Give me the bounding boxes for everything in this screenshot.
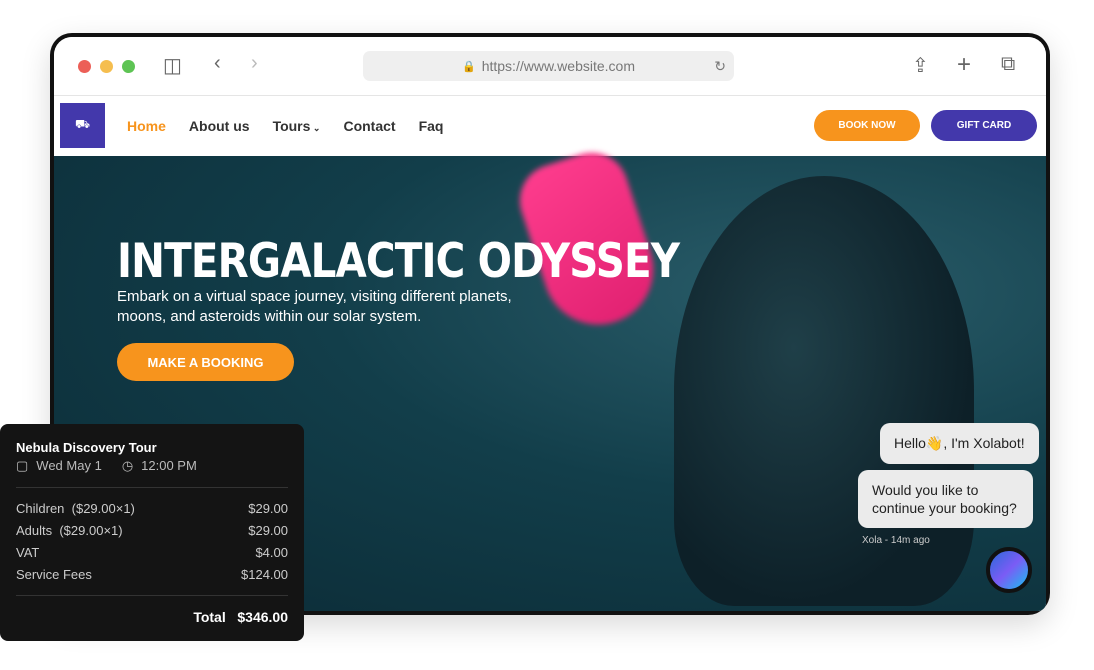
price-line: Children ($29.00×1) $29.00 bbox=[16, 501, 288, 516]
total-row: Total $346.00 bbox=[193, 609, 288, 625]
forward-icon[interactable]: › bbox=[251, 52, 258, 75]
price-line: Service Fees $124.00 bbox=[16, 567, 288, 582]
chevron-down-icon: ⌄ bbox=[310, 123, 321, 133]
address-bar[interactable]: 🔒 https://www.website.com ↻ bbox=[363, 51, 734, 81]
new-tab-icon[interactable]: + bbox=[957, 51, 971, 79]
hero-title: INTERGALACTIC ODYSSEY bbox=[117, 234, 680, 289]
clock-icon: ◷ bbox=[121, 458, 134, 473]
browser-toolbar: ◫ ‹ › 🔒 https://www.website.com ↻ ⇪ + ⧉ bbox=[54, 37, 1046, 96]
price-line: VAT $4.00 bbox=[16, 545, 288, 560]
nav-home[interactable]: Home bbox=[127, 118, 166, 134]
chat-message: Would you like to continue your booking? bbox=[858, 470, 1033, 528]
tour-name: Nebula Discovery Tour bbox=[16, 440, 157, 455]
back-icon[interactable]: ‹ bbox=[214, 52, 221, 75]
book-now-button[interactable]: BOOK NOW bbox=[814, 110, 920, 141]
make-booking-button[interactable]: MAKE A BOOKING bbox=[117, 343, 294, 381]
calendar-icon: ▢ bbox=[16, 458, 29, 473]
lock-icon: 🔒 bbox=[462, 60, 476, 73]
booking-summary: Nebula Discovery Tour ▢ Wed May 1 ◷ 12:00 … bbox=[0, 424, 304, 641]
site-nav: ⛟ Home About us Tours ⌄ Contact Faq BOOK… bbox=[54, 96, 1046, 155]
gift-card-button[interactable]: GIFT CARD bbox=[931, 110, 1037, 141]
chat-launcher-button[interactable] bbox=[986, 547, 1032, 593]
nav-about[interactable]: About us bbox=[189, 118, 250, 134]
chat-meta: Xola - 14m ago bbox=[862, 535, 930, 546]
divider bbox=[16, 487, 288, 488]
minimize-window-button[interactable] bbox=[100, 60, 113, 73]
nav-tours[interactable]: Tours ⌄ bbox=[273, 118, 321, 134]
tour-date: Wed May 1 bbox=[36, 458, 102, 473]
close-window-button[interactable] bbox=[78, 60, 91, 73]
price-line: Adults ($29.00×1) $29.00 bbox=[16, 523, 288, 538]
maximize-window-button[interactable] bbox=[122, 60, 135, 73]
tabs-icon[interactable]: ⧉ bbox=[1001, 53, 1015, 76]
nav-faq[interactable]: Faq bbox=[419, 118, 444, 134]
tour-time: 12:00 PM bbox=[141, 458, 197, 473]
logo[interactable]: ⛟ bbox=[60, 103, 105, 148]
share-icon[interactable]: ⇪ bbox=[912, 53, 929, 78]
sidebar-icon[interactable]: ◫ bbox=[163, 53, 182, 78]
nav-contact[interactable]: Contact bbox=[343, 118, 395, 134]
hero-subtitle: Embark on a virtual space journey, visit… bbox=[117, 288, 512, 325]
chat-message: Hello👋, I'm Xolabot! bbox=[880, 423, 1039, 464]
divider bbox=[16, 595, 288, 596]
reload-icon[interactable]: ↻ bbox=[714, 58, 726, 75]
